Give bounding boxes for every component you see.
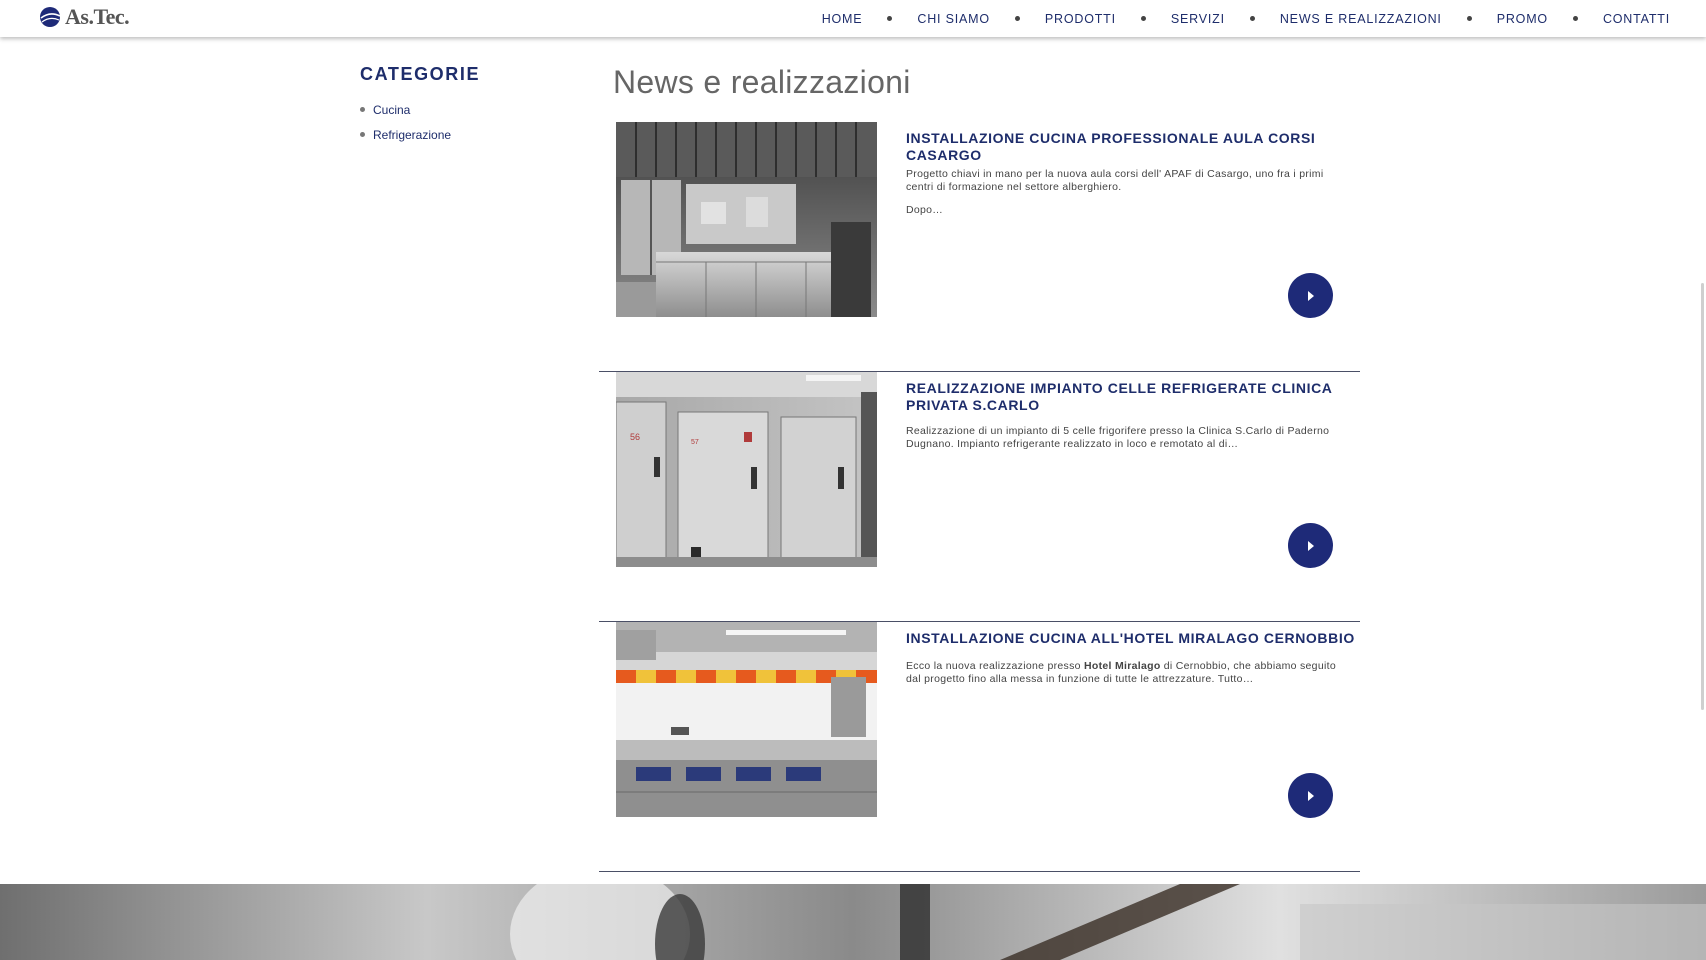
chevron-right-icon [1307, 790, 1314, 801]
category-label: Refrigerazione [373, 127, 452, 142]
nav-home[interactable]: HOME [822, 12, 863, 26]
article-title[interactable]: INSTALLAZIONE CUCINA PROFESSIONALE AULA … [906, 130, 1356, 164]
read-more-button[interactable] [1288, 273, 1333, 318]
bullet-icon [360, 107, 365, 112]
hotel-kitchen-photo-icon [616, 622, 877, 817]
article-title[interactable]: INSTALLAZIONE CUCINA ALL'HOTEL MIRALAGO … [906, 630, 1356, 647]
nav-separator [887, 16, 893, 21]
nav-separator [1014, 16, 1020, 21]
article-title[interactable]: REALIZZAZIONE IMPIANTO CELLE REFRIGERATE… [906, 380, 1356, 414]
nav-promo[interactable]: PROMO [1497, 12, 1548, 26]
kitchen-photo-icon [616, 122, 877, 317]
article-excerpt: Ecco la nuova realizzazione presso Hotel… [906, 660, 1346, 686]
site-header: As.Tec. HOME CHI SIAMO PRODOTTI SERVIZI … [0, 0, 1706, 37]
categories-sidebar: CATEGORIE Cucina Refrigerazione [360, 64, 580, 147]
kitchen-banner-photo-icon [0, 884, 1706, 960]
excerpt-text: Ecco la nuova realizzazione presso [906, 660, 1085, 672]
article-image-kitchen[interactable] [616, 122, 877, 317]
nav-chi-siamo[interactable]: CHI SIAMO [917, 12, 989, 26]
page-title: News e realizzazioni [613, 64, 911, 100]
nav-news[interactable]: NEWS E REALIZZAZIONI [1280, 12, 1442, 26]
logo-text: As.Tec. [65, 4, 130, 29]
article-more-text: Dopo… [906, 204, 944, 216]
nav-prodotti[interactable]: PRODOTTI [1045, 12, 1116, 26]
main-nav: HOME CHI SIAMO PRODOTTI SERVIZI NEWS E R… [822, 0, 1670, 37]
nav-separator [1466, 16, 1472, 21]
footer-banner-image [0, 884, 1706, 960]
door-label: 56 [630, 432, 640, 442]
article-image-cold-rooms[interactable]: 56 57 [616, 372, 877, 567]
article-card: INSTALLAZIONE CUCINA PROFESSIONALE AULA … [599, 122, 1360, 372]
read-more-button[interactable] [1288, 523, 1333, 568]
chevron-right-icon [1307, 540, 1314, 551]
article-excerpt: Realizzazione di un impianto di 5 celle … [906, 425, 1330, 450]
category-label: Cucina [373, 102, 411, 117]
nav-contatti[interactable]: CONTATTI [1603, 12, 1670, 26]
globe-logo-icon [40, 7, 61, 27]
excerpt-highlight: Hotel Miralago [1084, 660, 1161, 672]
nav-servizi[interactable]: SERVIZI [1171, 12, 1225, 26]
bullet-icon [360, 132, 365, 137]
nav-separator [1572, 16, 1578, 21]
category-list: Cucina Refrigerazione [360, 97, 580, 147]
article-card: 56 57 REALIZZAZIONE IMPIANTO CELLE REFRI… [599, 372, 1360, 622]
chevron-right-icon [1307, 290, 1314, 301]
cold-rooms-photo-icon: 56 57 [616, 372, 877, 567]
article-image-hotel-kitchen[interactable] [616, 622, 877, 817]
article-excerpt: Progetto chiavi in mano per la nuova aul… [906, 168, 1324, 193]
sidebar-title: CATEGORIE [360, 64, 481, 84]
door-label: 57 [691, 439, 699, 446]
nav-separator [1249, 16, 1255, 21]
article-card: INSTALLAZIONE CUCINA ALL'HOTEL MIRALAGO … [599, 622, 1360, 872]
category-item-cucina[interactable]: Cucina [360, 97, 580, 122]
page-scrollbar[interactable] [1698, 37, 1706, 960]
category-item-refrigerazione[interactable]: Refrigerazione [360, 122, 580, 147]
nav-separator [1140, 16, 1146, 21]
read-more-button[interactable] [1288, 773, 1333, 818]
scrollbar-thumb[interactable] [1701, 283, 1704, 710]
logo[interactable]: As.Tec. [38, 3, 130, 31]
